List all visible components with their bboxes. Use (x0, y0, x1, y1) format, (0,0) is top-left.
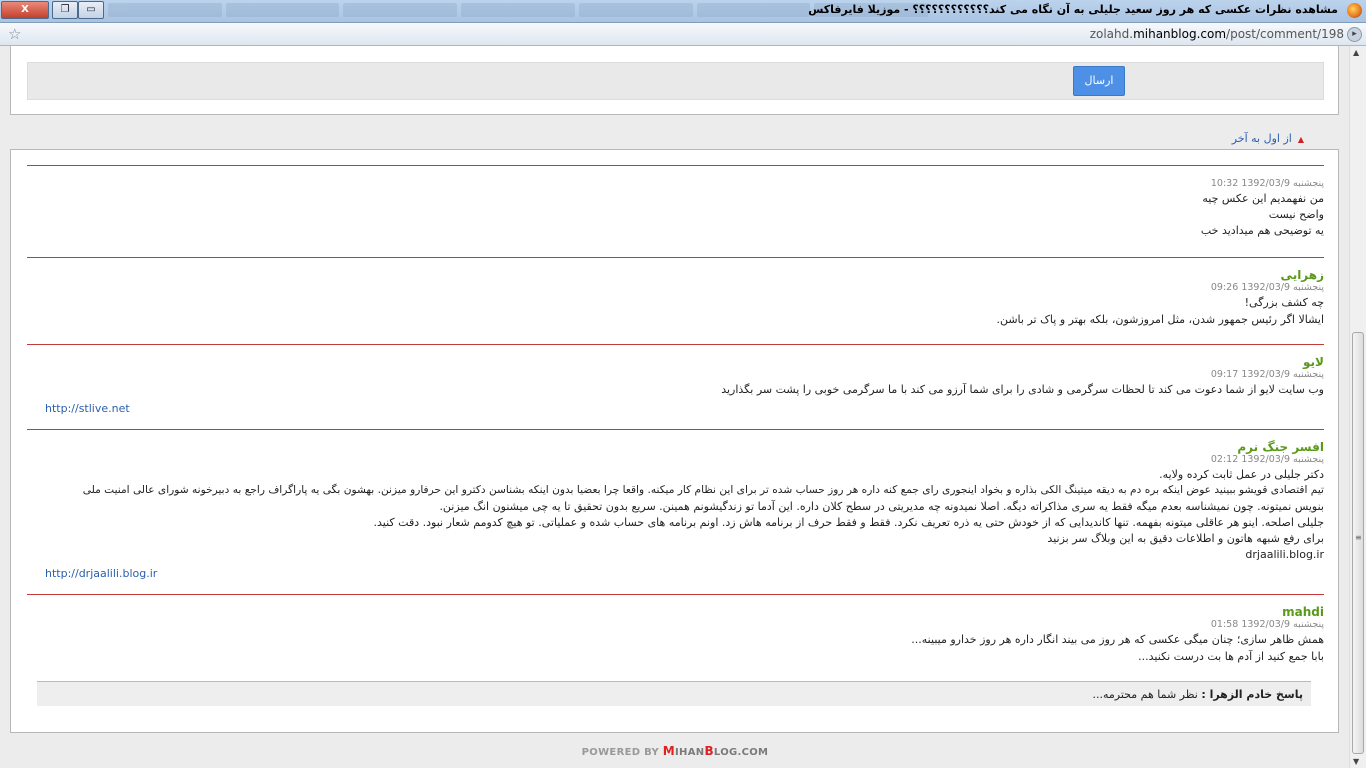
minimize-window-button[interactable]: ▭ (78, 1, 104, 19)
comment-date: پنجشنبه 1392/03/9 10:32 (1210, 178, 1324, 189)
bookmark-star-icon[interactable]: ☆ (8, 25, 21, 43)
admin-reply: پاسخ خادم الزهرا : نظر شما هم محترمه... (37, 681, 1311, 706)
comment-author: لایو (1303, 355, 1324, 369)
powered-prefix: POWERED BY (581, 747, 663, 758)
comment-item: زهرایی پنجشنبه 1392/03/9 09:26 چه کشف بز… (27, 257, 1324, 345)
comment-item: پنجشنبه 1392/03/9 10:32 من نفهمدیم این ع… (27, 165, 1324, 258)
sort-order-link[interactable]: ▲ از اول به آخر (1232, 132, 1304, 145)
comment-line: وب سایت لایو از شما دعوت می کند تا لحظات… (721, 383, 1324, 396)
page-content: ارسال ▲ از اول به آخر پنجشنبه 1392/03/9 1… (0, 46, 1350, 768)
window-title-bar: X ❐ ▭ مشاهده نظرات عکسی که هر روز سعید ج… (0, 0, 1366, 23)
comment-line: همش ظاهر سازی؛ چنان میگی عکسی که هر روز … (911, 633, 1324, 646)
background-taskbar-tabs (108, 3, 929, 19)
comment-line: ایشالا اگر رئیس جمهور شدن، مثل امروزشون،… (996, 313, 1324, 326)
comment-line: جلیلی اصلحه. اینو هر عاقلی میتونه بفهمه.… (373, 516, 1324, 529)
send-button[interactable]: ارسال (1073, 66, 1125, 96)
comment-line: برای رفع شبهه هاتون و اطلاعات دقیق به ای… (1047, 532, 1324, 545)
comment-line: یه توضیحی هم میدادید خب (1200, 224, 1324, 237)
comment-date: پنجشنبه 1392/03/9 09:26 (1210, 282, 1324, 293)
form-button-bar: ارسال (27, 62, 1324, 100)
powered-by-footer[interactable]: POWERED BY MIHANBLOG.COM (0, 744, 1350, 758)
reply-text: پاسخ خادم الزهرا : نظر شما هم محترمه... (1092, 688, 1303, 701)
brand-logo: MIHANBLOG.COM (662, 744, 769, 758)
background-tab (578, 3, 693, 17)
reply-body: نظر شما هم محترمه... (1092, 688, 1202, 701)
background-tab (696, 3, 811, 17)
url-text[interactable]: zolahd.mihanblog.com/post/comment/198 (1090, 27, 1344, 41)
comment-date: پنجشنبه 1392/03/9 01:58 (1210, 619, 1324, 630)
comment-line: بنویس نمیتونه. چون نمیشناسه بعدم میگه فق… (439, 500, 1324, 513)
restore-window-button[interactable]: ❐ (52, 1, 78, 19)
comments-list: پنجشنبه 1392/03/9 10:32 من نفهمدیم این ع… (10, 149, 1339, 733)
comment-website-link[interactable]: http://stlive.net (45, 402, 130, 415)
comment-date: پنجشنبه 1392/03/9 02:12 (1210, 454, 1324, 465)
triangle-up-icon: ▲ (1297, 135, 1304, 144)
window-title: مشاهده نظرات عکسی که هر روز سعید جلیلی ب… (808, 3, 1338, 16)
url-prefix: zolahd. (1089, 27, 1134, 41)
close-window-button[interactable]: X (1, 1, 49, 19)
comment-line: واضح نیست (1268, 208, 1324, 221)
comment-line: drjaalili.blog.ir (1245, 548, 1324, 561)
comment-item: mahdi پنجشنبه 1392/03/9 01:58 همش ظاهر س… (27, 594, 1324, 675)
comment-line: تیم اقتصادی قویشو ببینید عوض اینکه بره د… (82, 484, 1324, 496)
go-icon[interactable]: ▸ (1347, 27, 1362, 42)
grip-icon: ≡ (1355, 533, 1362, 542)
background-tab (461, 3, 575, 17)
scrollbar-thumb[interactable]: ≡ (1352, 332, 1364, 754)
comment-line: بابا جمع کنید از آدم ها بت درست نکنید... (1138, 650, 1324, 663)
address-bar[interactable]: ☆ zolahd.mihanblog.com/post/comment/198 … (0, 23, 1366, 46)
url-path: /post/comment/198 (1226, 27, 1344, 41)
scroll-down-arrow-icon[interactable]: ▼ (1353, 757, 1359, 766)
reply-author: پاسخ خادم الزهرا : (1201, 688, 1303, 701)
comment-author: mahdi (1282, 605, 1324, 619)
comment-website-link[interactable]: http://drjaalili.blog.ir (45, 567, 157, 580)
firefox-icon (1347, 3, 1362, 18)
background-tab (225, 3, 340, 17)
vertical-scrollbar[interactable]: ▲ ≡ ▼ (1349, 46, 1366, 768)
comment-item: افسر جنگ نرم پنجشنبه 1392/03/9 02:12 دکت… (27, 429, 1324, 595)
comment-date: پنجشنبه 1392/03/9 09:17 (1210, 369, 1324, 380)
comment-item: لایو پنجشنبه 1392/03/9 09:17 وب سایت لای… (27, 344, 1324, 430)
comment-form: ارسال (10, 46, 1339, 115)
background-tab (108, 3, 222, 17)
comment-line: من نفهمدیم این عکس چیه (1202, 192, 1324, 205)
comment-author: زهرایی (1280, 268, 1324, 282)
url-domain: mihanblog.com (1133, 27, 1227, 41)
sort-order-label: از اول به آخر (1231, 132, 1292, 145)
comment-line: دکتر جلیلی در عمل ثابت کرده ولایه. (1159, 468, 1324, 481)
comment-line: چه کشف بزرگی! (1244, 296, 1324, 309)
background-tab (343, 3, 458, 17)
scroll-up-arrow-icon[interactable]: ▲ (1353, 48, 1359, 57)
comment-author: افسر جنگ نرم (1237, 440, 1324, 454)
